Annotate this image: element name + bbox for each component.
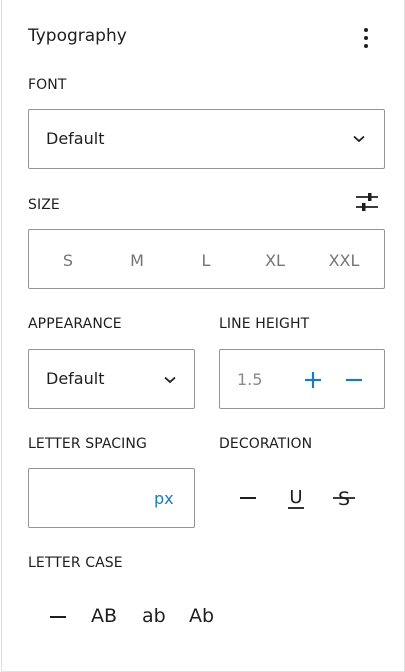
size-option-l[interactable]: L bbox=[186, 251, 226, 270]
strikethrough-glyph: S bbox=[338, 488, 350, 510]
sliders-icon[interactable] bbox=[354, 190, 380, 214]
strikethrough-icon[interactable]: S bbox=[331, 485, 357, 511]
size-option-m[interactable]: M bbox=[117, 251, 157, 270]
appearance-select[interactable]: Default bbox=[28, 349, 195, 409]
letter-case-capitalize[interactable]: Ab bbox=[189, 605, 214, 627]
chevron-down-icon bbox=[164, 376, 176, 384]
letter-case-uppercase[interactable]: AB bbox=[91, 605, 117, 627]
more-vertical-icon[interactable] bbox=[356, 26, 376, 50]
chevron-down-icon bbox=[353, 135, 365, 143]
size-label: SIZE bbox=[28, 197, 60, 213]
letter-spacing-input[interactable]: px bbox=[28, 468, 195, 528]
size-option-xl[interactable]: XL bbox=[255, 251, 295, 270]
appearance-label: APPEARANCE bbox=[28, 316, 122, 332]
appearance-select-value: Default bbox=[46, 369, 105, 388]
plus-icon[interactable] bbox=[303, 370, 323, 390]
letter-case-lowercase[interactable]: ab bbox=[142, 605, 166, 627]
font-select[interactable]: Default bbox=[28, 109, 385, 169]
letter-case-none-icon[interactable] bbox=[48, 607, 68, 627]
letter-case-label: LETTER CASE bbox=[28, 555, 123, 571]
line-height-label: LINE HEIGHT bbox=[219, 316, 310, 332]
panel-title: Typography bbox=[28, 26, 127, 46]
underline-glyph: U bbox=[289, 487, 302, 508]
letter-spacing-label: LETTER SPACING bbox=[28, 436, 147, 452]
letter-spacing-unit[interactable]: px bbox=[154, 489, 174, 508]
line-height-input[interactable]: 1.5 bbox=[237, 370, 262, 389]
font-label: FONT bbox=[28, 77, 67, 93]
line-height-control: 1.5 bbox=[219, 349, 385, 409]
minus-icon[interactable] bbox=[344, 370, 364, 390]
typography-panel: Typography FONT Default SIZE S M L XL XX… bbox=[1, 0, 405, 672]
size-option-s[interactable]: S bbox=[48, 251, 88, 270]
size-option-xxl[interactable]: XXL bbox=[324, 251, 364, 270]
font-select-value: Default bbox=[46, 129, 105, 148]
decoration-none-icon[interactable] bbox=[238, 488, 258, 508]
underline-icon[interactable]: U bbox=[284, 485, 308, 511]
decoration-label: DECORATION bbox=[219, 436, 313, 452]
